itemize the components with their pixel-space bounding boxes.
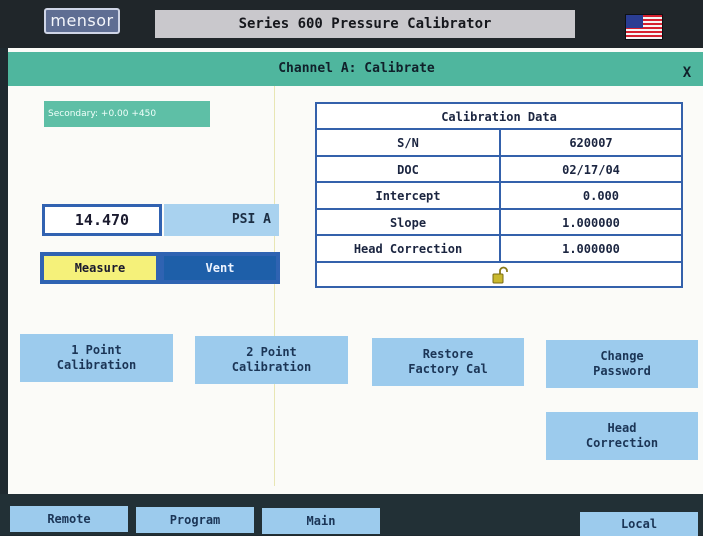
pressure-reading: 14.470 bbox=[42, 204, 162, 236]
pressure-unit-button[interactable]: PSI A bbox=[164, 204, 279, 236]
secondary-indicator[interactable]: Secondary: +0.00 +450 bbox=[44, 101, 210, 127]
two-point-calibration-button[interactable]: 2 Point Calibration bbox=[195, 336, 348, 384]
row-label-doc: DOC bbox=[397, 163, 419, 177]
head-correction-button[interactable]: Head Correction bbox=[546, 412, 698, 460]
unlocked-padlock-icon[interactable] bbox=[492, 266, 508, 284]
row-label-intercept: Intercept bbox=[375, 189, 441, 203]
panel-title: Channel A: Calibrate bbox=[8, 52, 703, 86]
row-label-slope: Slope bbox=[389, 216, 427, 230]
row-value-head-correction: 1.000000 bbox=[562, 242, 620, 256]
row-value-intercept: 0.000 bbox=[582, 189, 619, 203]
row-value-sn: 620007 bbox=[569, 136, 613, 150]
measure-button[interactable]: Measure bbox=[44, 256, 156, 280]
row-label-sn: S/N bbox=[397, 136, 419, 150]
row-value-slope: 1.000000 bbox=[562, 216, 620, 230]
local-button[interactable]: Local bbox=[580, 512, 698, 536]
restore-factory-cal-button[interactable]: Restore Factory Cal bbox=[372, 338, 524, 386]
close-button[interactable]: X bbox=[674, 60, 700, 86]
app-title: Series 600 Pressure Calibrator bbox=[155, 10, 575, 38]
mensor-logo: mensor bbox=[44, 8, 120, 34]
program-button[interactable]: Program bbox=[136, 507, 254, 533]
vent-button[interactable]: Vent bbox=[164, 256, 276, 280]
divider-line bbox=[274, 86, 275, 486]
remote-button[interactable]: Remote bbox=[10, 506, 128, 532]
us-flag-icon[interactable] bbox=[625, 14, 663, 40]
row-value-doc: 02/17/04 bbox=[562, 163, 620, 177]
main-button[interactable]: Main bbox=[262, 508, 380, 534]
row-label-head-correction: Head Correction bbox=[353, 242, 463, 256]
one-point-calibration-button[interactable]: 1 Point Calibration bbox=[20, 334, 173, 382]
change-password-button[interactable]: Change Password bbox=[546, 340, 698, 388]
calibration-data-title: Calibration Data bbox=[441, 110, 557, 124]
